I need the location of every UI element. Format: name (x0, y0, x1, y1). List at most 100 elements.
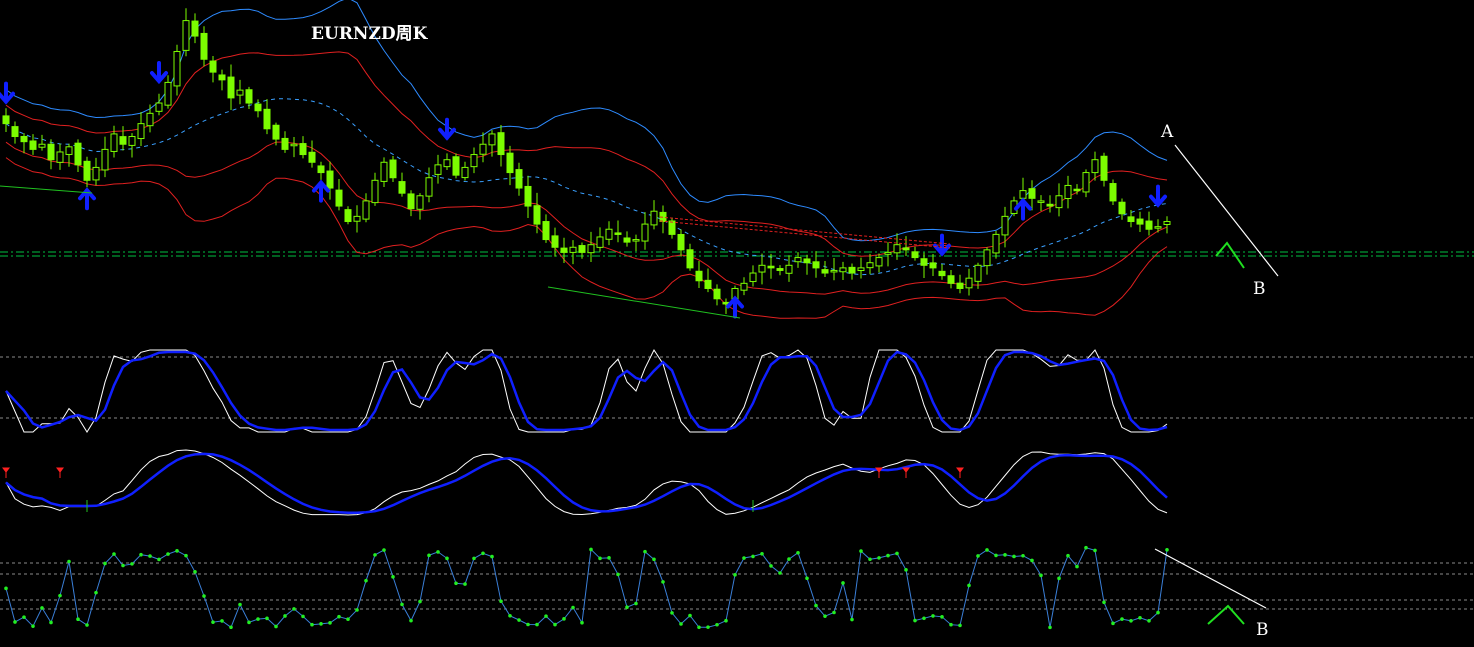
oscillator-point (967, 583, 971, 588)
oscillator-point (859, 549, 863, 553)
candle-body (803, 258, 811, 264)
oscillator-point (1075, 564, 1079, 569)
oscillator-point (427, 553, 431, 558)
candle-body (920, 258, 928, 266)
candle-body (893, 244, 901, 254)
oscillator-point (841, 581, 845, 585)
oscillator-point (814, 603, 818, 608)
candle-body (218, 74, 226, 81)
oscillator-point (922, 616, 926, 621)
oscillator-point (949, 622, 953, 627)
candle-body (146, 112, 154, 127)
oscillator-point (355, 608, 359, 612)
oscillator-point (886, 553, 890, 558)
oscillator-point (670, 611, 674, 615)
oscillator-point (1093, 548, 1097, 553)
oscillator-point (823, 614, 827, 618)
oscillator-point (1084, 545, 1088, 550)
candle-body (938, 270, 946, 277)
candle-body (11, 126, 19, 138)
oscillator-point (1129, 619, 1133, 623)
candle-body (479, 143, 487, 155)
candle-body (767, 265, 775, 269)
oscillator-point (454, 581, 458, 586)
oscillator-point (148, 554, 152, 558)
candle-body (443, 159, 451, 168)
oscillator-point (985, 548, 989, 552)
candle-body (137, 123, 145, 140)
candle-body (200, 32, 208, 60)
oscillator-point (760, 552, 764, 556)
oscillator-point (877, 556, 881, 560)
candle-body (983, 249, 991, 267)
oscillator-point (571, 605, 575, 610)
candle-body (128, 136, 136, 146)
oscillator-point (832, 610, 836, 615)
candle-body (2, 115, 10, 125)
candle-body (461, 166, 469, 179)
candle-body (587, 244, 595, 254)
candle-body (92, 166, 100, 181)
candle-body (1118, 201, 1126, 215)
candle-body (335, 189, 343, 207)
candle-body (83, 160, 91, 181)
oscillator-point (1039, 573, 1043, 578)
oscillator-point (787, 557, 791, 561)
candle-body (1019, 190, 1027, 199)
candle-body (749, 272, 757, 283)
annotation-a-main: A (1160, 122, 1174, 142)
oscillator-point (868, 557, 872, 562)
oscillator-point (157, 557, 161, 562)
candle (1109, 179, 1117, 206)
oscillator-point (472, 556, 476, 561)
oscillator-point (67, 559, 71, 564)
candle-body (434, 164, 442, 175)
candle-body (1091, 159, 1099, 174)
candle-body (776, 268, 784, 271)
candle-body (740, 282, 748, 291)
oscillator-point (184, 553, 188, 558)
candle-body (1001, 215, 1009, 236)
oscillator-point (1111, 621, 1115, 626)
candle-body (677, 234, 685, 251)
oscillator-point (589, 547, 593, 552)
candle-body (839, 267, 847, 273)
oscillator-point (508, 614, 512, 618)
oscillator-point (1057, 576, 1061, 581)
candle-body (641, 223, 649, 242)
oscillator-point (733, 573, 737, 577)
oscillator-point (661, 580, 665, 584)
oscillator-point (220, 619, 224, 623)
candle-body (398, 181, 406, 194)
oscillator-point (643, 549, 647, 554)
candle-body (353, 215, 361, 222)
oscillator-point (535, 622, 539, 627)
oscillator-point (544, 614, 548, 618)
candle-body (281, 137, 289, 150)
oscillator-point (418, 599, 422, 604)
oscillator-point (994, 553, 998, 558)
candle-body (173, 51, 181, 87)
candle-body (632, 239, 640, 242)
oscillator-point (139, 552, 143, 557)
oscillator-point (697, 625, 701, 630)
candle-body (533, 205, 541, 225)
oscillator-point (229, 625, 233, 630)
candle-body (578, 245, 586, 253)
candle-body (407, 193, 415, 210)
candle-body (155, 102, 163, 112)
candle-body (164, 81, 172, 106)
candle-body (830, 269, 838, 273)
oscillator-point (292, 607, 296, 611)
oscillator-point (4, 586, 8, 591)
oscillator-point (517, 618, 521, 622)
oscillator-point (526, 622, 530, 627)
candle-body (1100, 155, 1108, 181)
candle-body (1145, 220, 1153, 230)
oscillator-point (301, 614, 305, 619)
candle-body (299, 143, 307, 156)
candle-body (902, 247, 910, 251)
candle-body (1163, 221, 1171, 225)
oscillator-point (1102, 600, 1106, 605)
candle-body (1064, 184, 1072, 200)
